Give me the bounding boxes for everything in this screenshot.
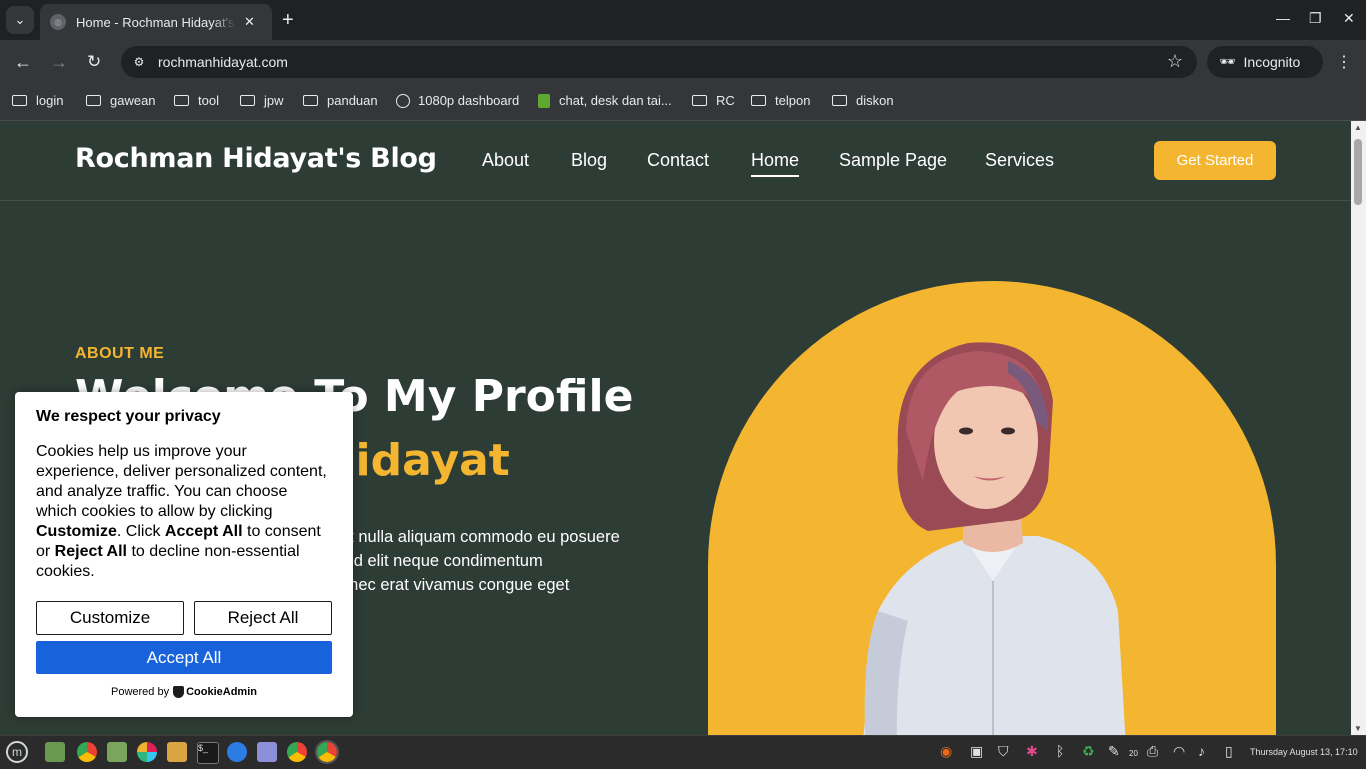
notification-icon[interactable]: ✎ [1108, 743, 1120, 760]
hero-eyebrow: ABOUT ME [75, 345, 165, 362]
folder-icon [832, 95, 847, 106]
printer-icon[interactable]: ⎙ [1147, 743, 1158, 760]
active-tab[interactable]: ◍ Home - Rochman Hidayat's Blog ✕ [40, 4, 272, 40]
bluetooth-icon[interactable]: ᛒ [1056, 743, 1064, 759]
customize-button[interactable]: Customize [36, 601, 184, 635]
browser-toolbar: ← → ↻ ⚙ rochmanhidayat.com ☆ 🕶 Incognito [0, 40, 1366, 84]
chrome-active-window-icon[interactable] [315, 740, 339, 764]
nav-blog[interactable]: Blog [571, 150, 607, 171]
shield-icon [173, 686, 185, 698]
cookie-consent-banner: We respect your privacy Cookies help us … [15, 392, 353, 717]
folder-icon [751, 95, 766, 106]
bookmark-panduan[interactable]: panduan [303, 93, 378, 108]
restore-icon[interactable]: ❐ [1309, 10, 1322, 27]
taskbar: m $_ ◉ ▣ ⛉ ✱ ᛒ ♻ ✎ 20 ⎙ ◠ ♪ ▯ Thursday A… [0, 735, 1366, 769]
tab-strip: ⌄ ◍ Home - Rochman Hidayat's Blog ✕ + — … [0, 0, 1366, 40]
clock[interactable]: Thursday August 13, 17:10 [1250, 747, 1358, 757]
bookmark-telpon[interactable]: telpon [751, 93, 810, 108]
globe-icon [396, 93, 410, 108]
bookmark-star-icon[interactable]: ☆ [1167, 51, 1183, 72]
reload-icon[interactable]: ↻ [87, 52, 101, 72]
bookmark-jpw[interactable]: jpw [240, 93, 284, 108]
firefox-tray-icon[interactable]: ◉ [940, 743, 952, 760]
wifi-icon[interactable]: ◠ [1173, 743, 1185, 760]
reject-all-button[interactable]: Reject All [194, 601, 332, 635]
folder-icon [86, 95, 101, 106]
url-text[interactable]: rochmanhidayat.com [158, 54, 288, 70]
bookmark-chat-desk[interactable]: chat, desk dan tai... [538, 93, 672, 108]
cookie-title: We respect your privacy [36, 408, 221, 425]
clipboard-tray-icon[interactable]: ▣ [970, 743, 983, 760]
address-bar[interactable]: ⚙ rochmanhidayat.com ☆ [121, 46, 1197, 78]
terminal-icon[interactable]: $_ [197, 742, 219, 764]
accept-all-button[interactable]: Accept All [36, 641, 332, 674]
forward-icon[interactable]: → [50, 52, 68, 72]
folder-icon [303, 95, 318, 106]
files-icon[interactable] [107, 742, 127, 762]
cookie-description: Cookies help us improve your experience,… [36, 443, 327, 580]
hero-image-arch [708, 281, 1276, 735]
scroll-up-icon[interactable]: ▲ [1354, 123, 1362, 132]
scrollbar-thumb[interactable] [1354, 139, 1362, 205]
nav-about[interactable]: About [482, 150, 529, 171]
show-desktop-icon[interactable] [45, 742, 65, 762]
scroll-down-icon[interactable]: ▼ [1354, 724, 1362, 733]
close-tab-icon[interactable]: ✕ [244, 14, 255, 30]
chevron-down-icon: ⌄ [14, 12, 26, 27]
text-editor-icon[interactable] [257, 742, 277, 762]
update-tray-icon[interactable]: ♻ [1082, 743, 1095, 760]
network-app-icon[interactable] [227, 742, 247, 762]
get-started-button[interactable]: Get Started [1154, 141, 1276, 180]
chrome-icon[interactable] [77, 742, 97, 762]
cookie-powered-by: Powered by CookieAdmin [111, 686, 257, 698]
cookie-secondary-buttons: Customize Reject All [36, 601, 332, 635]
folder-icon [12, 95, 27, 106]
incognito-label: Incognito [1243, 54, 1301, 70]
globe-icon: ◍ [50, 14, 66, 30]
new-tab-button[interactable]: + [282, 8, 294, 32]
window-close-icon[interactable]: ✕ [1343, 10, 1355, 27]
volume-icon[interactable]: ♪ [1198, 743, 1205, 759]
slack-tray-icon[interactable]: ✱ [1026, 743, 1038, 760]
chrome-window-icon[interactable] [287, 742, 307, 762]
incognito-indicator[interactable]: 🕶 Incognito [1207, 46, 1323, 78]
mint-menu-icon[interactable]: m [6, 741, 28, 763]
folder-icon [174, 95, 189, 106]
shopify-icon [538, 93, 550, 108]
slack-icon[interactable] [137, 742, 157, 762]
tab-search-button[interactable]: ⌄ [6, 6, 34, 34]
site-info-icon[interactable]: ⚙ [129, 52, 149, 72]
bookmark-login[interactable]: login [12, 93, 63, 108]
nav-contact[interactable]: Contact [647, 150, 709, 171]
bookmark-tool[interactable]: tool [174, 93, 219, 108]
folder-icon [240, 95, 255, 106]
cookieadmin-logo[interactable]: CookieAdmin [173, 686, 257, 698]
bookmark-rc[interactable]: RC [692, 93, 735, 108]
battery-icon[interactable]: ▯ [1225, 743, 1233, 760]
minimize-icon[interactable]: — [1276, 10, 1290, 26]
back-icon[interactable]: ← [14, 52, 32, 72]
tab-title: Home - Rochman Hidayat's Blog [76, 14, 236, 30]
page-scrollbar[interactable]: ▲ ▼ [1351, 121, 1366, 735]
nav-services[interactable]: Services [985, 150, 1054, 171]
portrait-image [863, 342, 1126, 735]
nav-sample-page[interactable]: Sample Page [839, 150, 947, 171]
notification-count: 20 [1129, 749, 1138, 758]
app-icon[interactable] [167, 742, 187, 762]
browser-menu-icon[interactable]: ⋮ [1336, 52, 1352, 72]
site-brand[interactable]: Rochman Hidayat's Blog [75, 143, 437, 174]
site-header: Rochman Hidayat's Blog About Blog Contac… [0, 121, 1351, 201]
bookmarks-bar: login gawean tool jpw panduan 1080p dash… [0, 84, 1366, 121]
bookmark-diskon[interactable]: diskon [832, 93, 894, 108]
incognito-icon: 🕶 [1219, 54, 1236, 69]
nav-home[interactable]: Home [751, 150, 800, 177]
shield-tray-icon[interactable]: ⛉ [998, 743, 1009, 760]
bookmark-gawean[interactable]: gawean [86, 93, 156, 108]
bookmark-1080p-dashboard[interactable]: 1080p dashboard [396, 93, 519, 108]
folder-icon [692, 95, 707, 106]
